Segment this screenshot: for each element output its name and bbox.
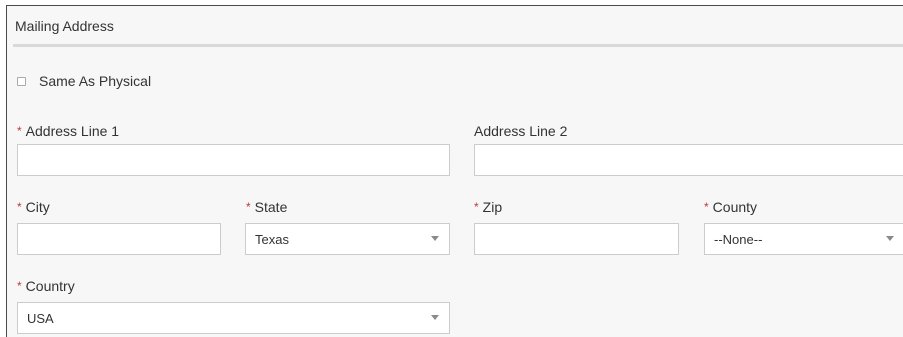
chevron-down-icon — [886, 236, 894, 241]
required-marker: * — [17, 200, 22, 214]
country-select[interactable]: USA — [17, 302, 450, 334]
county-label: * County — [704, 199, 758, 215]
county-selected-value: --None-- — [714, 231, 763, 247]
address-line-1-input[interactable] — [17, 144, 450, 176]
city-input[interactable] — [17, 223, 221, 255]
same-as-physical-checkbox[interactable] — [17, 76, 26, 86]
country-label: * Country — [17, 278, 75, 294]
zip-input[interactable] — [474, 223, 679, 255]
required-marker: * — [246, 200, 251, 214]
address-line-2-label: Address Line 2 — [474, 123, 568, 139]
mailing-address-panel: Mailing Address Same As Physical * Addres… — [6, 5, 903, 337]
required-marker: * — [474, 200, 479, 214]
county-select[interactable]: --None-- — [704, 223, 903, 255]
state-selected-value: Texas — [255, 231, 289, 247]
required-marker: * — [17, 124, 22, 138]
section-divider — [13, 44, 903, 47]
same-as-physical-label: Same As Physical — [39, 73, 152, 89]
city-label: * City — [17, 199, 50, 215]
state-select[interactable]: Texas — [245, 223, 450, 255]
address-line-1-label: * Address Line 1 — [17, 123, 120, 139]
zip-label: * Zip — [474, 199, 503, 215]
same-as-physical-row[interactable]: Same As Physical — [17, 73, 151, 89]
chevron-down-icon — [431, 315, 439, 320]
chevron-down-icon — [431, 236, 439, 241]
state-label: * State — [246, 199, 288, 215]
country-selected-value: USA — [27, 310, 54, 326]
section-title: Mailing Address — [15, 18, 114, 34]
address-line-2-input[interactable] — [474, 144, 903, 176]
required-marker: * — [704, 200, 709, 214]
required-marker: * — [17, 279, 22, 293]
